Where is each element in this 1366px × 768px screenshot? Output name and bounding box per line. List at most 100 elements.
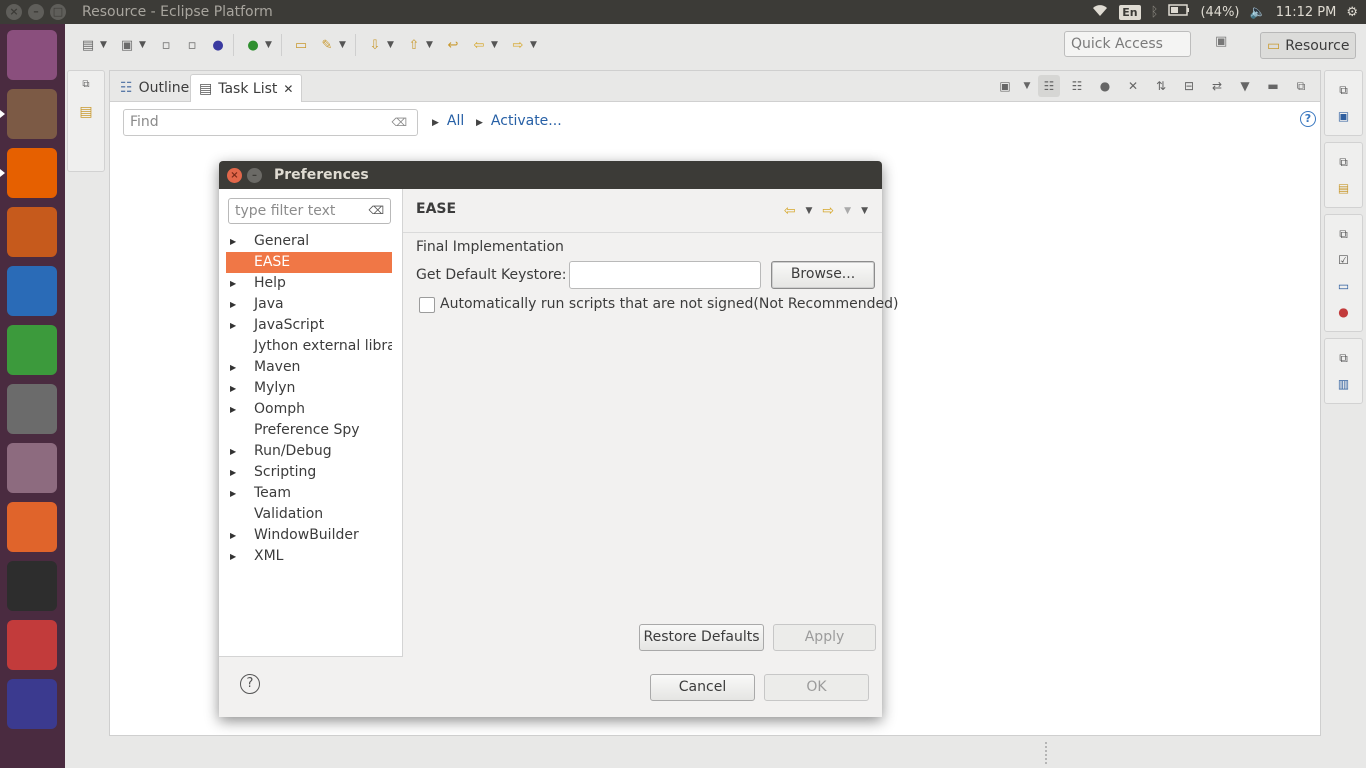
- pdf-viewer-icon[interactable]: [7, 620, 57, 670]
- back-icon[interactable]: ⇦: [468, 34, 490, 56]
- tree-item[interactable]: ▶ General: [226, 231, 392, 252]
- software-center-icon[interactable]: [7, 502, 57, 552]
- close-icon[interactable]: ✕: [283, 82, 293, 96]
- expand-arrow-icon[interactable]: ▶: [230, 546, 236, 567]
- project-explorer-icon[interactable]: ▤: [68, 104, 104, 120]
- tree-item[interactable]: ▶ Team: [226, 483, 392, 504]
- dialog-minimize-button[interactable]: –: [247, 167, 262, 183]
- activate-link[interactable]: ▶ Activate...: [476, 113, 562, 129]
- minimize-window-button[interactable]: –: [28, 4, 44, 20]
- new-icon[interactable]: ▤: [77, 34, 99, 56]
- maximize-window-button[interactable]: □: [50, 4, 66, 20]
- ok-button[interactable]: OK: [764, 674, 869, 701]
- browse-button[interactable]: Browse...: [771, 261, 875, 289]
- chevron-down-icon[interactable]: ▼: [139, 40, 151, 50]
- ubuntu-dash-icon[interactable]: [7, 30, 57, 80]
- new-resource-icon[interactable]: ▣: [116, 34, 138, 56]
- run-icon[interactable]: ●: [242, 34, 264, 56]
- firefox-icon[interactable]: [7, 148, 57, 198]
- system-settings-icon[interactable]: [7, 443, 57, 493]
- perspective-resource-button[interactable]: ▭ Resource: [1260, 32, 1356, 59]
- tree-item[interactable]: ▶ Run/Debug: [226, 441, 392, 462]
- chevron-down-icon[interactable]: ▼: [1022, 75, 1032, 97]
- battery-icon[interactable]: [1168, 4, 1190, 20]
- properties-icon[interactable]: ▤: [1333, 177, 1355, 199]
- keyboard-language-indicator[interactable]: En: [1119, 4, 1141, 20]
- tree-item[interactable]: Validation: [226, 504, 392, 525]
- tree-item[interactable]: ▶ WindowBuilder: [226, 525, 392, 546]
- forward-icon[interactable]: ⇨: [822, 203, 834, 219]
- unsigned-scripts-label[interactable]: Automatically run scripts that are not s…: [440, 296, 898, 312]
- problems-icon[interactable]: ▭: [1333, 275, 1355, 297]
- clock[interactable]: 11:12 PM: [1276, 5, 1337, 20]
- launch-icon[interactable]: ✎: [316, 34, 338, 56]
- dialog-close-button[interactable]: ×: [227, 167, 242, 183]
- expand-arrow-icon[interactable]: ▶: [230, 315, 236, 336]
- console-icon[interactable]: ▣: [1333, 105, 1355, 127]
- tab-outline[interactable]: ☷ Outline: [112, 74, 197, 102]
- tree-item[interactable]: ▶ Scripting: [226, 462, 392, 483]
- expand-arrow-icon[interactable]: ▶: [230, 441, 236, 462]
- volume-icon[interactable]: 🔈: [1250, 5, 1266, 20]
- cancel-button[interactable]: Cancel: [650, 674, 755, 701]
- quick-access-field[interactable]: Quick Access: [1064, 31, 1191, 57]
- find-input[interactable]: Find ⌫: [123, 109, 418, 136]
- maximize-icon[interactable]: ⧉: [1290, 75, 1312, 97]
- next-annotation-icon[interactable]: ⇩: [364, 34, 386, 56]
- ease-icon[interactable]: ●: [207, 34, 229, 56]
- bluetooth-icon[interactable]: ᛒ: [1151, 5, 1159, 20]
- settings-gear-icon[interactable]: ⚙: [1346, 5, 1358, 20]
- close-window-button[interactable]: ×: [6, 4, 22, 20]
- save-all-icon[interactable]: ▫: [181, 34, 203, 56]
- chevron-down-icon[interactable]: ▼: [387, 40, 399, 50]
- wifi-icon[interactable]: [1091, 3, 1109, 21]
- restore-icon[interactable]: ⧉: [1333, 223, 1355, 245]
- apply-button[interactable]: Apply: [773, 624, 876, 651]
- previous-annotation-icon[interactable]: ⇧: [403, 34, 425, 56]
- chevron-down-icon[interactable]: ▼: [530, 40, 542, 50]
- tree-item[interactable]: ▶ Maven: [226, 357, 392, 378]
- tree-item[interactable]: Jython external libra: [226, 336, 392, 357]
- view-menu-icon[interactable]: ▼: [861, 203, 868, 219]
- terminal-icon[interactable]: [7, 561, 57, 611]
- chevron-down-icon[interactable]: ▼: [339, 40, 351, 50]
- chevron-down-icon[interactable]: ▼: [806, 203, 813, 219]
- chevron-down-icon[interactable]: ▼: [265, 40, 277, 50]
- back-icon[interactable]: ⇦: [784, 203, 796, 219]
- last-edit-icon[interactable]: ↩: [442, 34, 464, 56]
- expand-arrow-icon[interactable]: ▶: [230, 462, 236, 483]
- tree-item[interactable]: ▶ XML: [226, 546, 392, 567]
- impress-icon[interactable]: [7, 207, 57, 257]
- tree-item[interactable]: ▶ Mylyn: [226, 378, 392, 399]
- expand-arrow-icon[interactable]: ▶: [230, 399, 236, 420]
- restore-defaults-button[interactable]: Restore Defaults: [639, 624, 764, 651]
- restore-icon[interactable]: ⧉: [1333, 347, 1355, 369]
- tab-task-list[interactable]: ▤ Task List ✕: [190, 74, 303, 102]
- chevron-down-icon[interactable]: ▼: [426, 40, 438, 50]
- sash-handle[interactable]: [1045, 742, 1047, 764]
- clear-icon[interactable]: ⌫: [368, 199, 384, 223]
- forward-icon[interactable]: ⇨: [507, 34, 529, 56]
- eclipse-icon[interactable]: [7, 679, 57, 729]
- save-icon[interactable]: ▫: [155, 34, 177, 56]
- expand-arrow-icon[interactable]: ▶: [230, 231, 236, 252]
- filter-all-link[interactable]: ▶ All: [432, 113, 464, 129]
- hide-completed-icon[interactable]: ✕: [1122, 75, 1144, 97]
- restore-icon[interactable]: ⧉: [68, 79, 104, 90]
- expand-arrow-icon[interactable]: ▶: [230, 273, 236, 294]
- error-log-icon[interactable]: ●: [1333, 301, 1355, 323]
- keystore-field[interactable]: [569, 261, 761, 289]
- collapse-all-icon[interactable]: ⊟: [1178, 75, 1200, 97]
- chevron-down-icon[interactable]: ▼: [844, 203, 851, 219]
- categorized-icon[interactable]: ☷: [1038, 75, 1060, 97]
- palette-icon[interactable]: ▥: [1333, 373, 1355, 395]
- view-menu-icon[interactable]: ▼: [1234, 75, 1256, 97]
- filter-input[interactable]: type filter text ⌫: [228, 198, 391, 224]
- help-icon[interactable]: ?: [1300, 111, 1316, 127]
- link-editor-icon[interactable]: ⇄: [1206, 75, 1228, 97]
- files-icon[interactable]: [7, 89, 57, 139]
- expand-arrow-icon[interactable]: ▶: [230, 294, 236, 315]
- tree-item[interactable]: ▶ JavaScript: [226, 315, 392, 336]
- tree-item[interactable]: ▶ Oomph: [226, 399, 392, 420]
- restore-icon[interactable]: ⧉: [1333, 79, 1355, 101]
